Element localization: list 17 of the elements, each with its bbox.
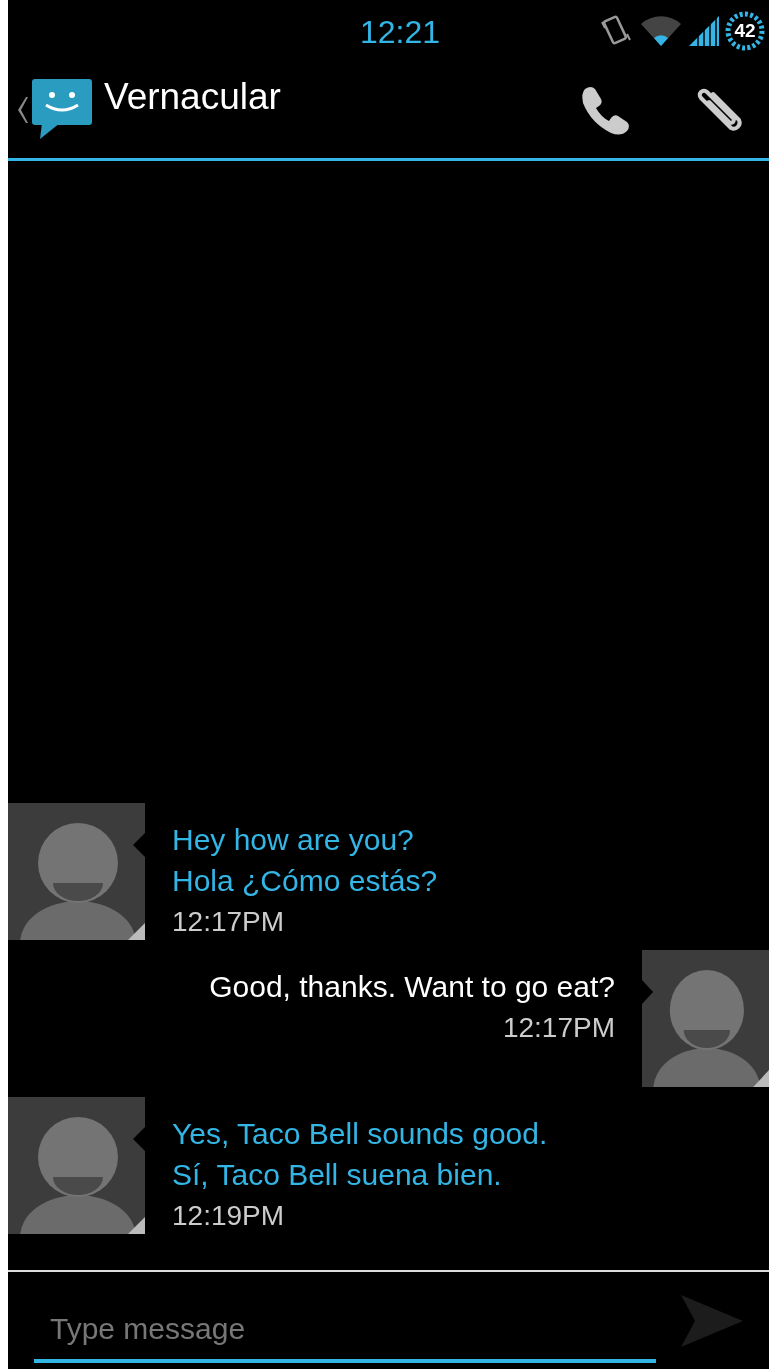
message-text: Hola ¿Cómo estás? (172, 863, 438, 899)
message-text: Hey how are you? (172, 822, 415, 858)
message-text: Yes, Taco Bell sounds good. (172, 1116, 548, 1152)
vibrate-icon (599, 14, 633, 48)
status-time: 12:21 (360, 14, 441, 51)
message-time: 12:17PM (502, 1011, 615, 1045)
message-text: Good, thanks. Want to go eat? (209, 969, 615, 1005)
message-text: Sí, Taco Bell suena bien. (172, 1157, 503, 1193)
signal-icon (689, 14, 719, 48)
messaging-app-icon[interactable] (30, 79, 94, 141)
message-time: 12:19PM (172, 1199, 286, 1233)
message-input[interactable]: Type message (34, 1298, 656, 1363)
back-caret-icon[interactable] (16, 97, 28, 123)
wifi-icon (639, 14, 683, 48)
battery-indicator: 42 (725, 11, 765, 51)
conversation-title: Vernacular (104, 76, 281, 118)
message-time: 12:17PM (172, 905, 286, 939)
